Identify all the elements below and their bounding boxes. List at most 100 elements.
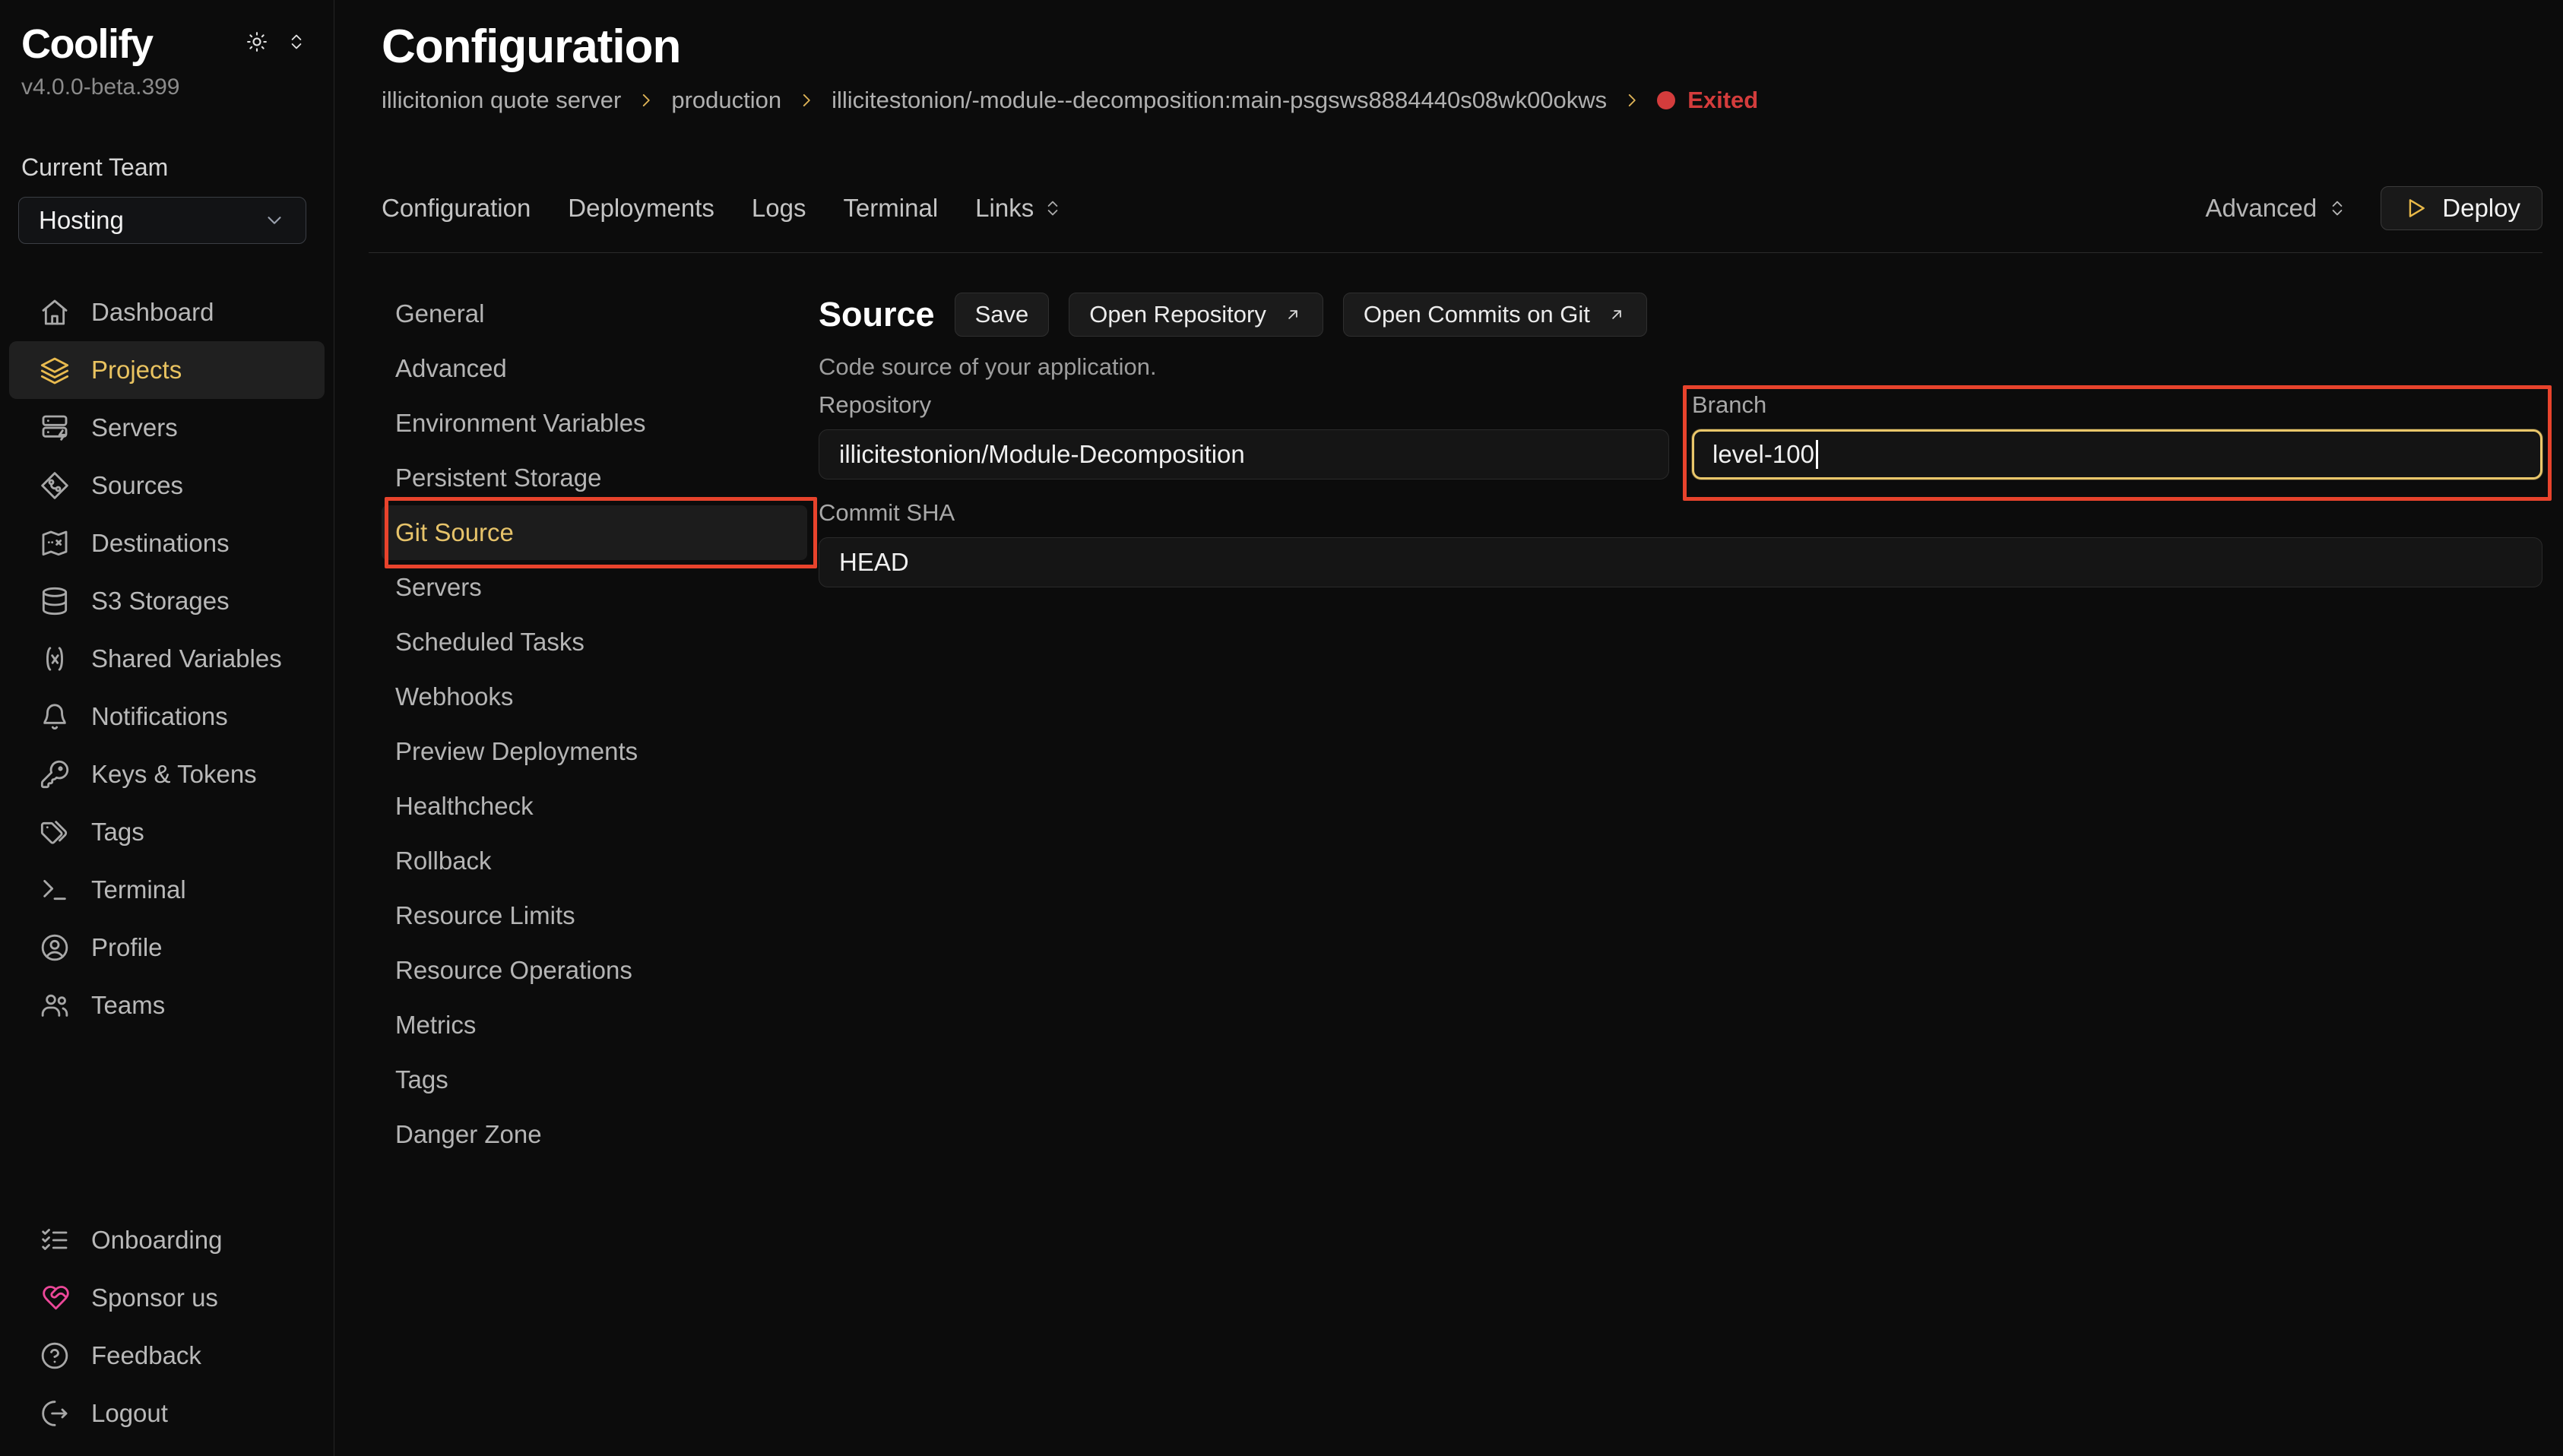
logout-icon-wrap [40, 1398, 70, 1429]
tab-logs[interactable]: Logs [752, 194, 806, 223]
breadcrumb-item-1[interactable]: production [671, 85, 781, 116]
home-icon [40, 297, 70, 328]
save-button[interactable]: Save [955, 293, 1050, 337]
collapse-chevrons-icon[interactable] [287, 32, 306, 52]
settings-subnav: GeneralAdvancedEnvironment VariablesPers… [382, 286, 807, 1162]
sidebar-item-label: Shared Variables [91, 644, 282, 673]
sidebar-item-label: Sources [91, 471, 183, 500]
sidebar-footer-nav: Onboarding Sponsor usFeedbackLogout [0, 1211, 334, 1442]
app-logo: Coolify [21, 20, 153, 68]
sidebar-item-label: Destinations [91, 529, 230, 558]
advanced-label: Advanced [2205, 194, 2317, 223]
subnav-item-environment-variables[interactable]: Environment Variables [382, 396, 807, 451]
sidebar-item-servers[interactable]: Servers [9, 399, 325, 457]
braces-x-icon [40, 644, 70, 674]
sidebar-item-feedback[interactable]: Feedback [9, 1327, 325, 1385]
subnav-item-scheduled-tasks[interactable]: Scheduled Tasks [382, 615, 807, 669]
subnav-item-metrics[interactable]: Metrics [382, 998, 807, 1052]
main-content: Configuration illicitonion quote server p… [334, 0, 2563, 1456]
tab-terminal[interactable]: Terminal [843, 194, 938, 223]
logo-row: Coolify [0, 20, 334, 68]
sidebar-item-profile[interactable]: Profile [9, 919, 325, 976]
bell-icon [40, 701, 70, 732]
subnav-item-webhooks[interactable]: Webhooks [382, 669, 807, 724]
breadcrumb-item-2[interactable]: illicitestonion/-module--decomposition:m… [832, 85, 1607, 116]
tab-links[interactable]: Links [975, 194, 1063, 223]
repository-input[interactable]: illicitestonion/Module-Decomposition [819, 429, 1669, 480]
commit-sha-input[interactable]: HEAD [819, 537, 2542, 587]
text-caret [1816, 440, 1818, 469]
tab-deployments[interactable]: Deployments [568, 194, 714, 223]
page-title: Configuration [382, 20, 2542, 74]
external-icon [1607, 305, 1627, 324]
sidebar-item-onboarding[interactable]: Onboarding [9, 1211, 325, 1269]
subnav-item-rollback[interactable]: Rollback [382, 834, 807, 888]
subnav-item-git-source[interactable]: Git Source [382, 505, 807, 560]
team-select-value: Hosting [39, 206, 124, 235]
breadcrumb-chevron-icon [636, 90, 656, 110]
sidebar-item-shared-variables[interactable]: Shared Variables [9, 630, 325, 688]
sidebar-item-keys-tokens[interactable]: Keys & Tokens [9, 745, 325, 803]
sidebar-item-label: S3 Storages [91, 587, 230, 616]
repository-label: Repository [819, 391, 1669, 419]
sidebar-nav: Dashboard Projects Servers Sources Destinati… [0, 283, 334, 1034]
sidebar-item-projects[interactable]: Projects [9, 341, 325, 399]
section-description: Code source of your application. [819, 353, 2542, 381]
status-badge: Exited [1657, 85, 1758, 116]
team-select[interactable]: Hosting [18, 197, 306, 244]
chevron-right-icon [636, 90, 656, 110]
updown-icon [287, 32, 306, 52]
sidebar-item-label: Notifications [91, 702, 228, 731]
sidebar-item-s3-storages[interactable]: S3 Storages [9, 572, 325, 630]
sidebar-item-label: Teams [91, 991, 165, 1020]
sidebar-item-label: Dashboard [91, 298, 214, 327]
theme-toggle-sun-icon[interactable] [246, 30, 268, 53]
sidebar-item-terminal[interactable]: Terminal [9, 861, 325, 919]
sidebar-item-notifications[interactable]: Notifications [9, 688, 325, 745]
server-icon [40, 413, 70, 443]
users-icon-wrap [40, 990, 70, 1021]
breadcrumb: illicitonion quote server production illic… [382, 85, 2542, 116]
sidebar-item-teams[interactable]: Teams [9, 976, 325, 1034]
sidebar-item-dashboard[interactable]: Dashboard [9, 283, 325, 341]
subnav-item-tags[interactable]: Tags [382, 1052, 807, 1107]
sidebar-item-label: Projects [91, 356, 182, 385]
help-circle-icon-wrap [40, 1340, 70, 1371]
deploy-button[interactable]: Deploy [2381, 186, 2542, 230]
chevron-right-icon [1622, 90, 1642, 110]
sidebar-item-label: Tags [91, 818, 144, 847]
tab-configuration[interactable]: Configuration [382, 194, 531, 223]
chevron-down-icon [263, 209, 286, 232]
sidebar-item-label: Keys & Tokens [91, 760, 257, 789]
sidebar-item-destinations[interactable]: Destinations [9, 514, 325, 572]
branch-input[interactable]: level-100 [1692, 429, 2542, 480]
subnav-item-preview-deployments[interactable]: Preview Deployments [382, 724, 807, 779]
open-commits-button[interactable]: Open Commits on Git [1343, 293, 1647, 337]
play-icon [2403, 195, 2428, 221]
subnav-item-general[interactable]: General [382, 286, 807, 341]
sidebar-item-logout[interactable]: Logout [9, 1385, 325, 1442]
chevron-right-icon [797, 90, 816, 110]
subnav-item-persistent-storage[interactable]: Persistent Storage [382, 451, 807, 505]
subnav-item-danger-zone[interactable]: Danger Zone [382, 1107, 807, 1162]
sidebar-item-sources[interactable]: Sources [9, 457, 325, 514]
sidebar-item-tags[interactable]: Tags [9, 803, 325, 861]
open-repository-button[interactable]: Open Repository [1069, 293, 1323, 337]
breadcrumb-item-0[interactable]: illicitonion quote server [382, 85, 621, 116]
subnav-item-servers[interactable]: Servers [382, 560, 807, 615]
sidebar-item-label: Onboarding [91, 1226, 222, 1255]
layers-icon [40, 355, 70, 385]
subnav-item-healthcheck[interactable]: Healthcheck [382, 779, 807, 834]
subnav-item-advanced[interactable]: Advanced [382, 341, 807, 396]
list-checks-icon-wrap [40, 1225, 70, 1255]
subnav-item-resource-limits[interactable]: Resource Limits [382, 888, 807, 943]
commit-sha-field-group: Commit SHA HEAD [819, 499, 2542, 587]
deploy-label: Deploy [2442, 194, 2520, 223]
subnav-item-resource-operations[interactable]: Resource Operations [382, 943, 807, 998]
braces-x-icon-wrap [40, 644, 70, 674]
sidebar-item-label: Terminal [91, 875, 186, 904]
sidebar-item-sponsor-us[interactable]: Sponsor us [9, 1269, 325, 1327]
advanced-dropdown[interactable]: Advanced [2205, 194, 2347, 223]
terminal-icon [40, 875, 70, 905]
section-title: Source [819, 295, 935, 334]
